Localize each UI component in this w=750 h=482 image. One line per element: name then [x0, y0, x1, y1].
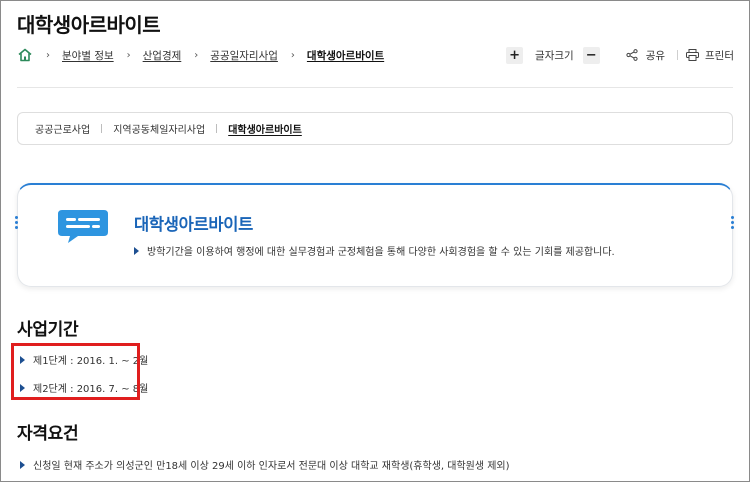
print-button[interactable]: 프린터 [686, 48, 734, 63]
share-icon [626, 49, 638, 61]
breadcrumb-item[interactable]: 산업경제 [143, 48, 182, 63]
divider [17, 87, 733, 88]
divider [677, 50, 679, 60]
period-list: 제1단계 : 2016. 1. ~ 2월 제2단계 : 2016. 7. ~ 8… [20, 352, 148, 408]
list-item: 제1단계 : 2016. 1. ~ 2월 [20, 352, 148, 367]
intro-description: 방학기간을 이용하여 행정에 대한 실무경험과 군정체험을 통해 다양한 사회경… [134, 243, 615, 258]
chat-bubble-icon [56, 208, 110, 250]
sub-tabs: 공공근로사업 지역공동체일자리사업 대학생아르바이트 [17, 112, 733, 145]
page-title: 대학생아르바이트 [17, 13, 161, 37]
bullet-arrow-icon [134, 246, 139, 255]
tab-college-parttime[interactable]: 대학생아르바이트 [228, 121, 302, 136]
bullet-arrow-icon [20, 355, 25, 364]
period-item-text: 제2단계 : 2016. 7. ~ 8월 [33, 384, 149, 395]
share-label: 공유 [645, 49, 666, 62]
section-title-requirements: 자격요건 [17, 424, 79, 444]
intro-title: 대학생아르바이트 [134, 215, 254, 234]
print-label: 프린터 [705, 49, 734, 62]
tab-divider [101, 124, 103, 133]
home-icon[interactable] [17, 47, 33, 63]
printer-icon [686, 49, 700, 61]
list-item: 제2단계 : 2016. 7. ~ 8월 [20, 380, 148, 395]
chevron-right-icon: › [46, 49, 50, 61]
bullet-arrow-icon [20, 383, 25, 392]
chevron-right-icon: › [290, 49, 295, 61]
breadcrumb-item-current[interactable]: 대학생아르바이트 [307, 48, 384, 63]
period-item-text: 제1단계 : 2016. 1. ~ 2월 [33, 356, 149, 367]
font-size-label: 글자크기 [535, 49, 574, 62]
font-increase-button[interactable]: + [506, 46, 524, 64]
chevron-right-icon: › [126, 49, 131, 61]
tab-public-work[interactable]: 공공근로사업 [35, 121, 90, 136]
breadcrumb: › 분야별 정보 › 산업경제 › 공공일자리사업 › 대학생아르바이트 [17, 45, 384, 65]
tab-community-jobs[interactable]: 지역공동체일자리사업 [113, 121, 205, 136]
dots-icon [731, 216, 735, 230]
dots-icon [15, 216, 19, 230]
requirement-item-text: 신청일 현재 주소가 의성군인 만18세 이상 29세 이하 인자로서 전문대 … [33, 461, 510, 472]
section-title-period: 사업기간 [17, 320, 79, 340]
font-decrease-button[interactable]: − [582, 46, 600, 64]
page-tools: + 글자크기 − 공유 프린터 [506, 45, 734, 65]
tab-divider [216, 124, 218, 133]
intro-description-text: 방학기간을 이용하여 행정에 대한 실무경험과 군정체험을 통해 다양한 사회경… [147, 247, 615, 258]
intro-card [17, 183, 733, 287]
share-button[interactable]: 공유 [626, 48, 665, 63]
chevron-right-icon: › [194, 49, 199, 61]
bullet-arrow-icon [20, 460, 25, 469]
list-item: 신청일 현재 주소가 의성군인 만18세 이상 29세 이하 인자로서 전문대 … [20, 457, 510, 472]
breadcrumb-item[interactable]: 공공일자리사업 [210, 48, 278, 63]
breadcrumb-item[interactable]: 분야별 정보 [62, 48, 114, 63]
